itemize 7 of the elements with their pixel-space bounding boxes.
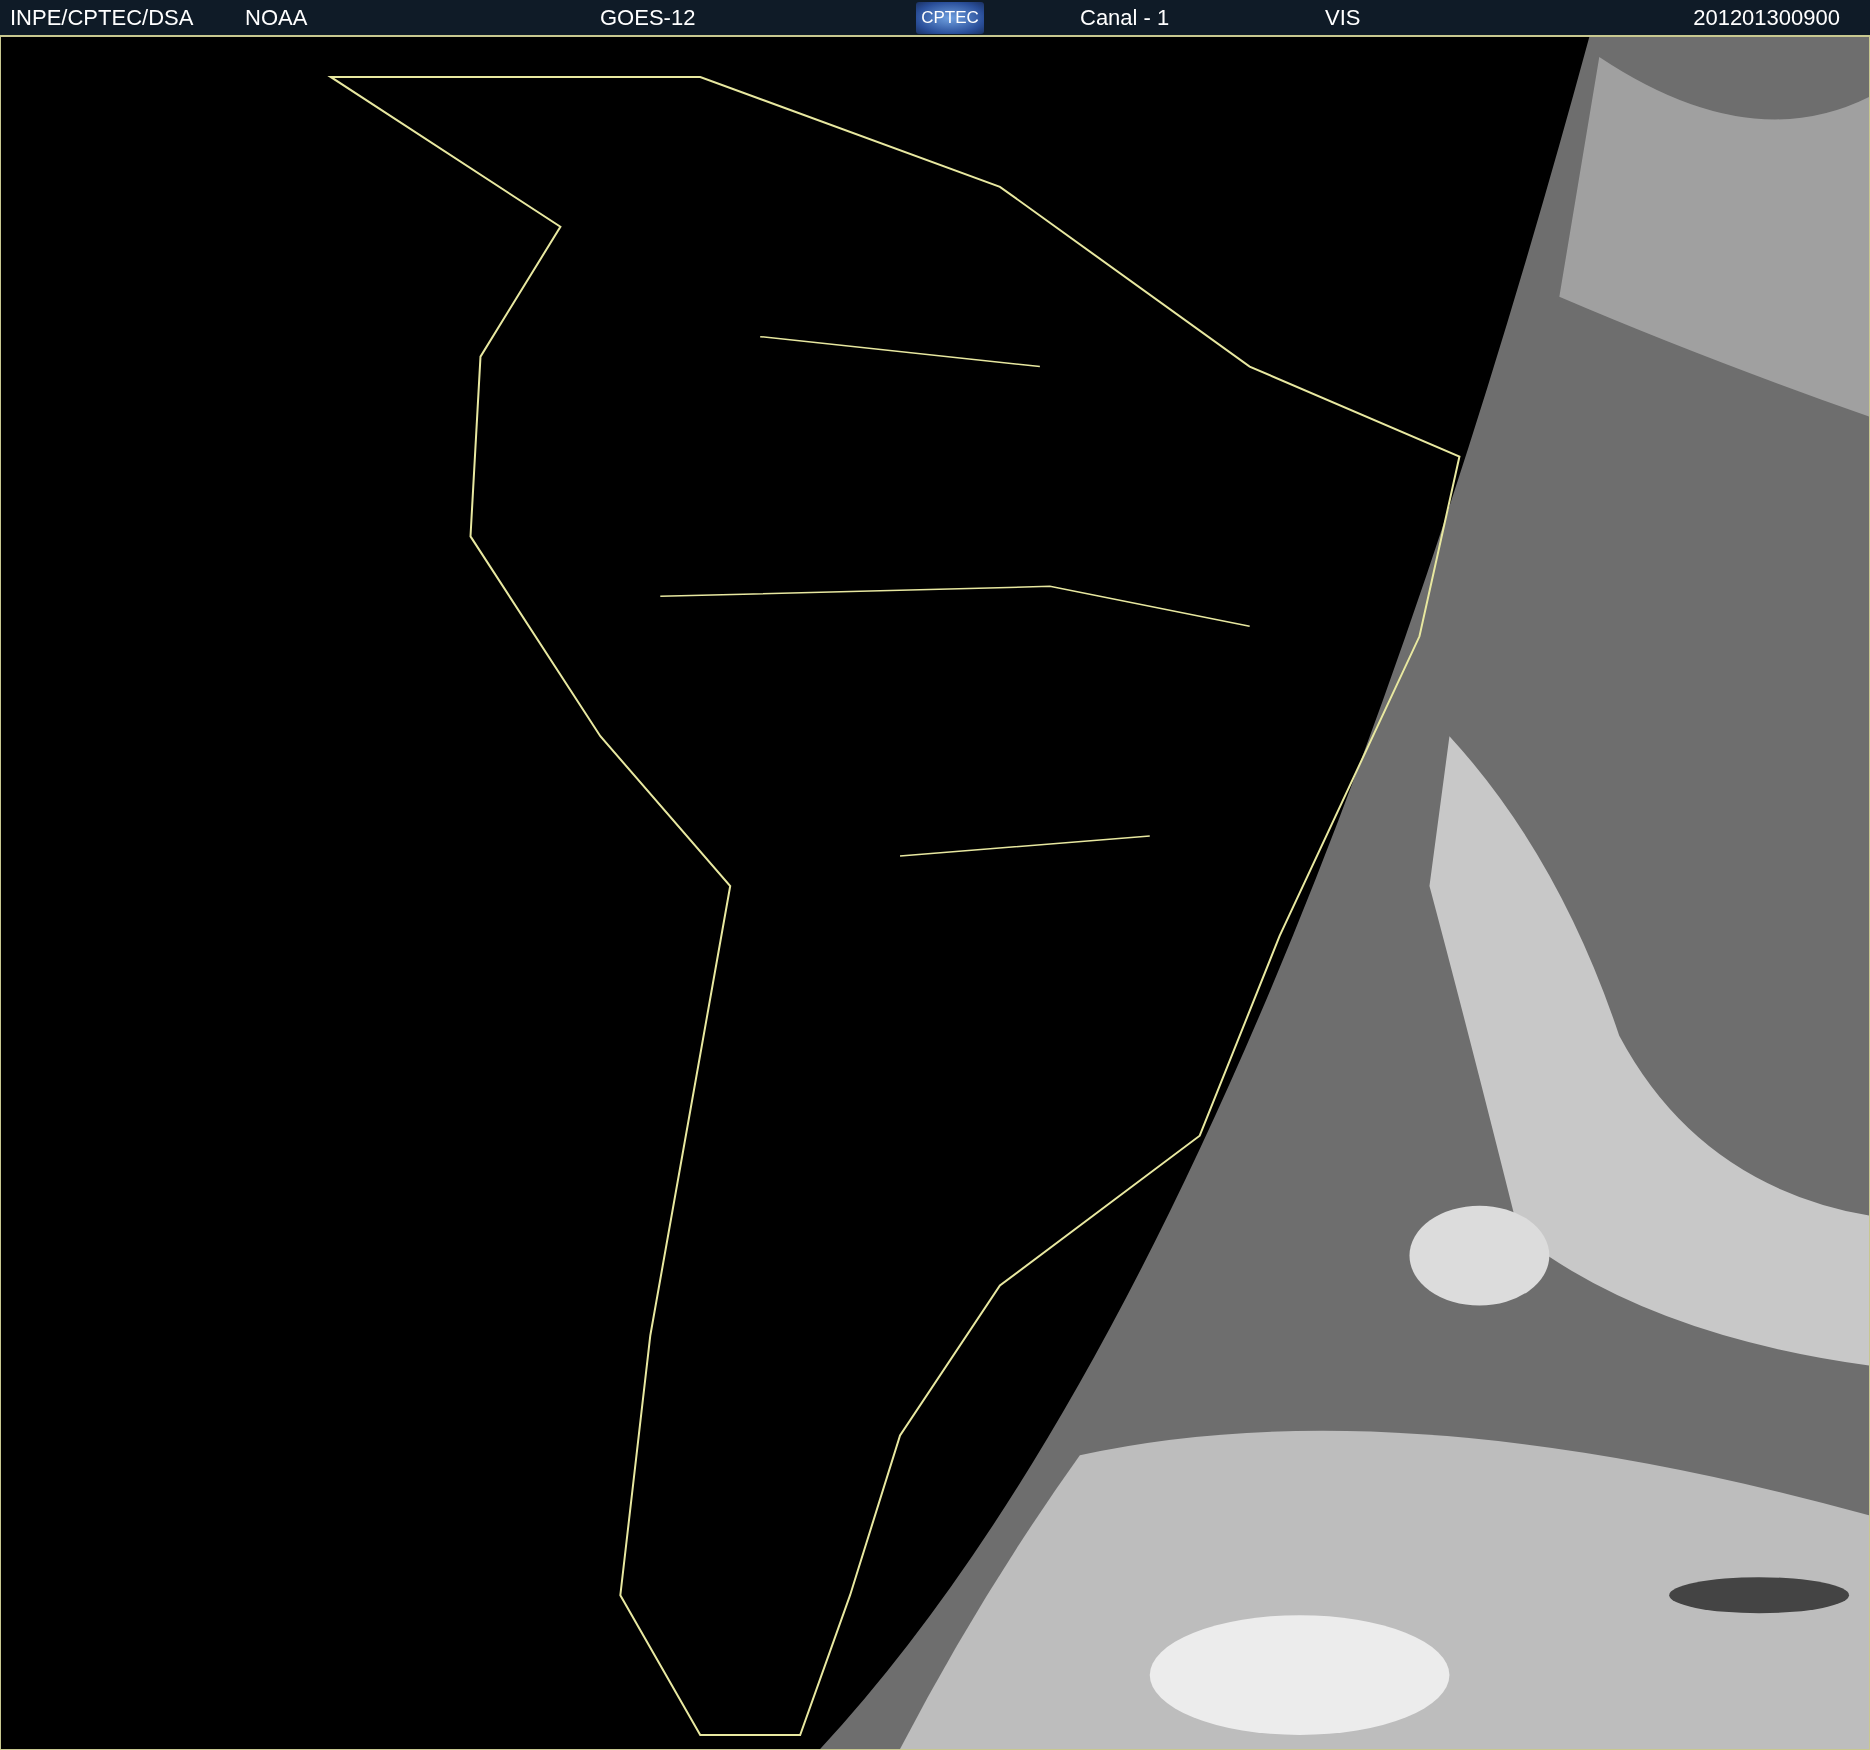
band-label: VIS: [1325, 4, 1362, 31]
agency-label: NOAA: [245, 4, 309, 31]
logo: CPTEC: [916, 1, 984, 34]
channel-label: Canal - 1: [1080, 4, 1171, 31]
source-label: INPE/CPTEC/DSA: [10, 4, 195, 31]
satellite-label: GOES-12: [600, 4, 697, 31]
timestamp-label: 201201300900: [1693, 4, 1840, 31]
